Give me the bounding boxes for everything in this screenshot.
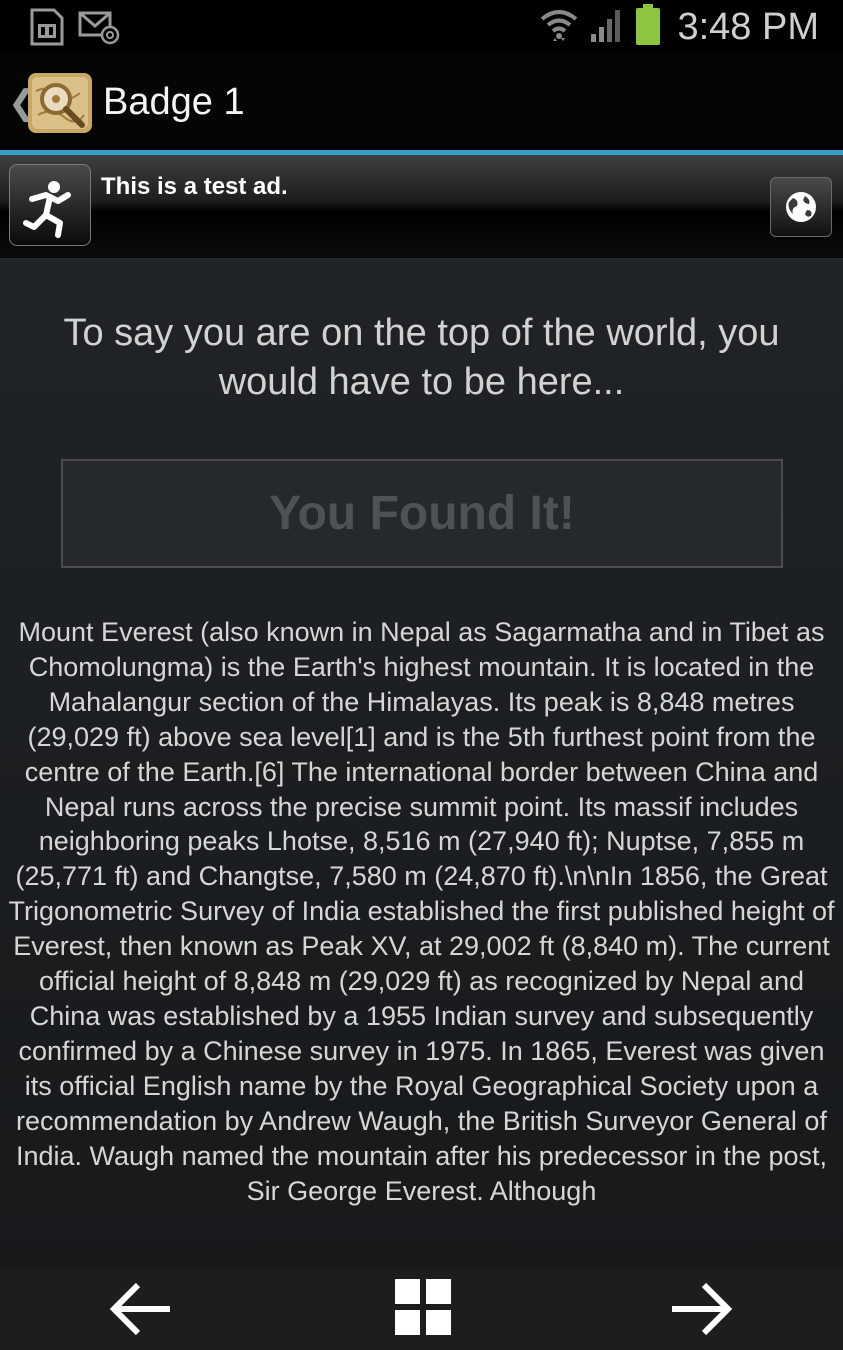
description-text: Mount Everest (also known in Nepal as Sa… [8,617,835,1206]
ad-text[interactable]: This is a test ad. [101,173,288,201]
signal-icon [589,6,625,49]
map-magnifier-icon[interactable] [26,71,94,135]
you-found-it-button[interactable]: You Found It! [61,459,783,568]
page-title: Badge 1 [103,81,245,123]
battery-icon [635,4,661,51]
arrow-right-icon[interactable] [668,1279,734,1339]
ad-banner[interactable]: This is a test ad. [0,155,843,259]
badge-content[interactable]: To say you are on the top of the world, … [0,259,843,1269]
arrow-left-icon[interactable] [108,1279,174,1339]
globe-icon[interactable] [770,177,832,237]
clue-text: To say you are on the top of the world, … [63,312,780,403]
grid-icon[interactable] [393,1277,453,1337]
status-bar: 3:48 PM [0,0,843,53]
sim-card-icon [26,8,66,51]
email-notification-icon [78,9,120,50]
action-bar: ❮ Badge 1 [0,53,843,155]
clock: 3:48 PM [677,6,819,48]
running-person-icon[interactable] [9,164,91,246]
wifi-icon [539,5,579,50]
bottom-nav [0,1269,843,1350]
